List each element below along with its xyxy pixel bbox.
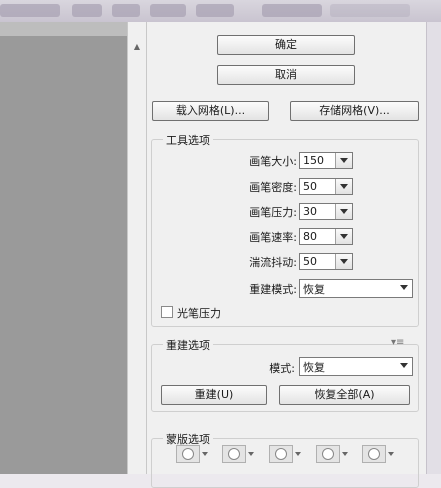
dropdown-arrow-icon[interactable] xyxy=(335,254,352,269)
toolbar-item[interactable] xyxy=(150,4,186,17)
mask-replace-icon[interactable] xyxy=(176,445,210,463)
toolbar-item[interactable] xyxy=(262,4,322,17)
save-mesh-button[interactable]: 存储网格(V)... xyxy=(290,101,419,121)
reconstruct-mode-label: 重建模式: xyxy=(249,283,297,296)
brush-size-value[interactable]: 150 xyxy=(303,154,324,167)
toolbar-item[interactable] xyxy=(196,4,234,17)
mode-select[interactable]: 恢复 xyxy=(299,357,413,376)
brush-density-field[interactable]: 50 xyxy=(299,178,353,195)
toolbar-item[interactable] xyxy=(112,4,140,17)
liquify-options-panel: 确定 取消 载入网格(L)... 存储网格(V)... 工具选项 画笔大小: 1… xyxy=(147,22,426,488)
cancel-button[interactable]: 取消 xyxy=(217,65,355,85)
reconstruct-mode-value[interactable]: 恢复 xyxy=(303,281,325,297)
brush-size-label: 画笔大小: xyxy=(249,155,297,168)
scroll-up-icon[interactable]: ▲ xyxy=(128,40,146,54)
dropdown-arrow-icon[interactable] xyxy=(335,153,352,168)
dropdown-arrow-icon[interactable] xyxy=(335,229,352,244)
turbulence-label: 湍流抖动: xyxy=(249,256,297,269)
stylus-pressure-checkbox[interactable] xyxy=(161,306,173,318)
scrollbar[interactable]: ▲ xyxy=(127,22,147,474)
toolbar-item[interactable] xyxy=(72,4,102,17)
dropdown-arrow-icon[interactable] xyxy=(335,179,352,194)
app-toolbar xyxy=(0,0,441,23)
stylus-pressure-label[interactable]: 光笔压力 xyxy=(177,305,221,321)
turbulence-field[interactable]: 50 xyxy=(299,253,353,270)
mask-add-icon[interactable] xyxy=(222,445,256,463)
mode-value[interactable]: 恢复 xyxy=(303,359,325,375)
reconstruct-mode-select[interactable]: 恢复 xyxy=(299,279,413,298)
dropdown-arrow-icon[interactable] xyxy=(396,280,412,295)
brush-density-value[interactable]: 50 xyxy=(303,180,317,193)
toolbar-item[interactable] xyxy=(0,4,60,17)
window-edge xyxy=(426,22,441,474)
reconstruct-button[interactable]: 重建(U) xyxy=(161,385,267,405)
brush-pressure-field[interactable]: 30 xyxy=(299,203,353,220)
dropdown-arrow-icon[interactable] xyxy=(396,358,412,373)
load-mesh-button[interactable]: 载入网格(L)... xyxy=(152,101,269,121)
tool-options-title: 工具选项 xyxy=(163,132,213,148)
mode-label: 模式: xyxy=(269,362,295,375)
brush-size-field[interactable]: 150 xyxy=(299,152,353,169)
mask-subtract-icon[interactable] xyxy=(269,445,303,463)
brush-rate-field[interactable]: 80 xyxy=(299,228,353,245)
ok-button[interactable]: 确定 xyxy=(217,35,355,55)
brush-rate-label: 画笔速率: xyxy=(249,231,297,244)
panel-menu-icon[interactable]: ▾≡ xyxy=(391,337,404,348)
toolbar-item[interactable] xyxy=(330,4,410,17)
brush-pressure-value[interactable]: 30 xyxy=(303,205,317,218)
brush-rate-value[interactable]: 80 xyxy=(303,230,317,243)
image-preview-area[interactable] xyxy=(0,22,127,474)
brush-density-label: 画笔密度: xyxy=(249,181,297,194)
dropdown-arrow-icon[interactable] xyxy=(335,204,352,219)
turbulence-value[interactable]: 50 xyxy=(303,255,317,268)
reconstruct-options-title: 重建选项 xyxy=(163,337,213,353)
mask-invert-icon[interactable] xyxy=(362,445,396,463)
restore-all-button[interactable]: 恢复全部(A) xyxy=(279,385,410,405)
mask-intersect-icon[interactable] xyxy=(316,445,350,463)
preview-ruler xyxy=(0,22,127,36)
brush-pressure-label: 画笔压力: xyxy=(249,206,297,219)
